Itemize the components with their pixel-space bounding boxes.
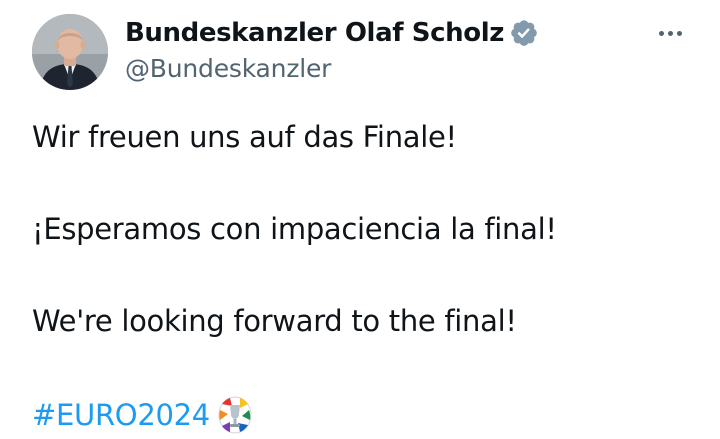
tweet-text-line: Wir freuen uns auf das Finale!	[32, 120, 457, 154]
hashtag-line: #EURO2024	[32, 396, 252, 434]
display-name[interactable]: Bundeskanzler Olaf Scholz	[125, 18, 504, 48]
tweet-text-line: We're looking forward to the final!	[32, 304, 517, 338]
dot	[676, 30, 682, 36]
tweet-text-line: ¡Esperamos con impaciencia la final!	[32, 212, 557, 246]
dot	[658, 30, 664, 36]
user-handle[interactable]: @Bundeskanzler	[125, 54, 331, 83]
verified-badge-icon	[509, 18, 539, 48]
tweet: Bundeskanzler Olaf Scholz @Bundeskanzler…	[0, 0, 720, 435]
avatar[interactable]	[32, 14, 108, 90]
more-options-icon[interactable]	[652, 20, 688, 46]
dot	[667, 30, 673, 36]
hashtag-link[interactable]: #EURO2024	[32, 398, 210, 432]
euro2024-trophy-icon	[218, 396, 252, 434]
profile-photo	[32, 14, 108, 90]
name-row: Bundeskanzler Olaf Scholz	[125, 14, 539, 52]
